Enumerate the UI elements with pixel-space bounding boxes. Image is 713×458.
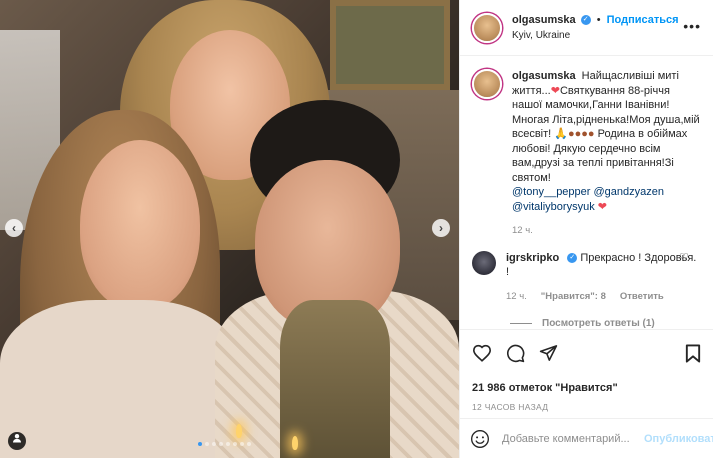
verified-badge-icon: ✓ (567, 252, 578, 263)
carousel-dot (226, 442, 230, 446)
post-timestamp[interactable]: 12 ЧАСОВ НАЗАД (472, 402, 701, 412)
author-avatar[interactable] (472, 12, 502, 43)
comment-input[interactable] (502, 432, 644, 445)
candle-flame (236, 424, 242, 438)
carousel-dot (212, 442, 216, 446)
woman-left-sweater (0, 300, 240, 458)
like-heart-icon[interactable] (472, 344, 492, 362)
comment-composer: Опубликовать (460, 418, 713, 458)
candle-flame (292, 436, 298, 450)
carousel-dot (247, 442, 251, 446)
post-header: olgasumska ✓ • Подписаться Kyiv, Ukraine… (460, 0, 713, 56)
mention-link[interactable]: @vitaliyborysyuk (512, 201, 595, 213)
post-sidebar: olgasumska ✓ • Подписаться Kyiv, Ukraine… (459, 0, 713, 458)
mention-link[interactable]: @tony__pepper (512, 186, 590, 198)
comment-row: igrskripko ✓ Прекрасно ! Здоровья. ! 12 … (472, 239, 701, 305)
carousel-dot (233, 442, 237, 446)
carousel-prev-button[interactable]: ‹ (5, 219, 23, 237)
follow-button[interactable]: Подписаться (607, 14, 679, 26)
likes-count[interactable]: 21 986 отметок "Нравится" (472, 382, 701, 394)
comment-time[interactable]: 12 ч. (506, 290, 527, 305)
comment-likes-count[interactable]: "Нравится": 8 (541, 290, 606, 305)
verified-badge-icon: ✓ (580, 14, 591, 25)
caption-username[interactable]: olgasumska (512, 70, 576, 82)
carousel-dot (240, 442, 244, 446)
carousel-indicator (198, 442, 251, 446)
woman-left-face (80, 140, 200, 310)
view-replies-label: Посмотреть ответы (1) (542, 318, 655, 329)
praying-hands-icon: 🙏 (554, 128, 568, 140)
commenter-avatar[interactable] (472, 250, 496, 275)
caption-time[interactable]: 12 ч. (512, 224, 533, 239)
emoji-picker-icon[interactable] (470, 429, 490, 449)
action-bar: 21 986 отметок "Нравится" 12 ЧАСОВ НАЗАД (460, 329, 713, 412)
user-tag-icon[interactable] (8, 432, 26, 450)
comment-username[interactable]: igrskripko (506, 252, 559, 264)
bookmark-save-icon[interactable] (685, 344, 701, 363)
publish-button[interactable]: Опубликовать (644, 433, 713, 445)
comment-like-heart-icon[interactable]: ♡ (679, 251, 689, 264)
comment-bubble-icon[interactable] (506, 344, 525, 363)
golden-scarf (280, 300, 390, 458)
view-replies-button[interactable]: Посмотреть ответы (1) (510, 318, 701, 329)
share-send-icon[interactable] (539, 344, 558, 362)
caption-row: olgasumska Найщасливіші миті життя...❤Св… (472, 57, 701, 239)
picture-frame (330, 0, 450, 90)
comments-section: olgasumska Найщасливіші миті життя...❤Св… (460, 57, 713, 329)
mention-link[interactable]: @gandzyazen (594, 186, 665, 198)
separator-dot: • (596, 13, 601, 26)
caption-author-avatar[interactable] (472, 69, 502, 99)
post-photo[interactable]: ‹ › (0, 0, 459, 458)
reply-button[interactable]: Ответить (620, 290, 664, 305)
carousel-dot-active (198, 442, 202, 446)
football-icon: ●●●● (568, 128, 595, 140)
more-options-icon[interactable]: ••• (683, 18, 701, 34)
carousel-dot (205, 442, 209, 446)
caption-body: olgasumska Найщасливіші миті життя...❤Св… (512, 69, 701, 239)
carousel-next-button[interactable]: › (432, 219, 450, 237)
red-heart-icon: ❤ (597, 200, 607, 213)
author-username[interactable]: olgasumska (512, 14, 576, 26)
carousel-dot (219, 442, 223, 446)
comment-body: igrskripko ✓ Прекрасно ! Здоровья. ! 12 … (506, 251, 701, 305)
post-location[interactable]: Kyiv, Ukraine (512, 28, 679, 43)
red-heart-icon: ❤ (550, 84, 560, 97)
